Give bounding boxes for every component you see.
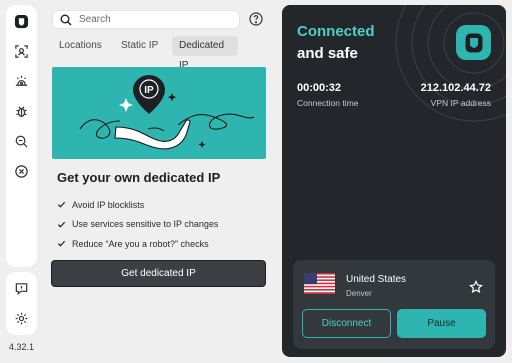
connection-time-value: 00:00:32 — [297, 82, 342, 94]
pause-button[interactable]: Pause — [397, 309, 486, 338]
search-zoom-icon[interactable] — [13, 133, 30, 150]
settings-icon[interactable] — [13, 310, 30, 327]
pin-ip-text: IP — [144, 85, 154, 96]
malware-icon[interactable] — [13, 103, 30, 120]
promo-title: Get your own dedicated IP — [57, 170, 221, 185]
tab-static-ip[interactable]: Static IP — [114, 36, 170, 56]
sidebar-bottom — [6, 272, 37, 335]
location-city: Denver — [346, 289, 372, 298]
locations-icon[interactable] — [13, 43, 30, 60]
benefit-item: Avoid IP blocklists — [57, 195, 218, 215]
tracker-blocker-icon[interactable] — [13, 73, 30, 90]
benefit-item: Reduce “Are you a robot?” checks — [57, 234, 218, 254]
connection-status-title: Connected — [297, 23, 375, 40]
app-logo-icon[interactable] — [13, 13, 30, 30]
location-country: United States — [346, 274, 407, 285]
check-icon — [57, 221, 66, 228]
search-icon — [60, 14, 72, 25]
help-icon[interactable] — [249, 12, 263, 26]
vpn-ip-value: 212.102.44.72 — [420, 82, 491, 94]
sidebar — [6, 5, 37, 267]
tab-dedicated-ip[interactable]: Dedicated IP — [172, 36, 238, 71]
connection-status-subtitle: and safe — [297, 45, 358, 62]
get-dedicated-ip-button[interactable]: Get dedicated IP — [51, 260, 266, 287]
tab-locations[interactable]: Locations — [52, 36, 112, 56]
dedicated-ip-illustration: IP — [52, 67, 266, 159]
search-placeholder: Search — [79, 14, 111, 25]
app-version: 4.32.1 — [8, 342, 35, 352]
connection-status-panel: Connected and safe 00:00:32 Connection t… — [282, 5, 506, 357]
chat-icon[interactable] — [13, 280, 30, 297]
check-icon — [57, 241, 66, 247]
connection-time-label: Connection time — [297, 98, 359, 108]
favorite-star-icon[interactable] — [469, 280, 483, 294]
check-icon — [57, 202, 66, 208]
benefit-list: Avoid IP blocklists Use services sensiti… — [57, 195, 218, 254]
benefit-item: Use services sensitive to IP changes — [57, 215, 218, 235]
current-location-card: United States Denver Disconnect Pause — [293, 260, 495, 349]
search-input[interactable]: Search — [52, 10, 240, 29]
shield-icon — [456, 25, 491, 60]
close-circle-icon[interactable] — [13, 163, 30, 180]
us-flag-icon — [304, 273, 335, 294]
vpn-ip-label: VPN IP address — [430, 98, 491, 108]
disconnect-button[interactable]: Disconnect — [302, 309, 391, 338]
tab-bar: Locations Static IP Dedicated IP — [52, 36, 238, 71]
